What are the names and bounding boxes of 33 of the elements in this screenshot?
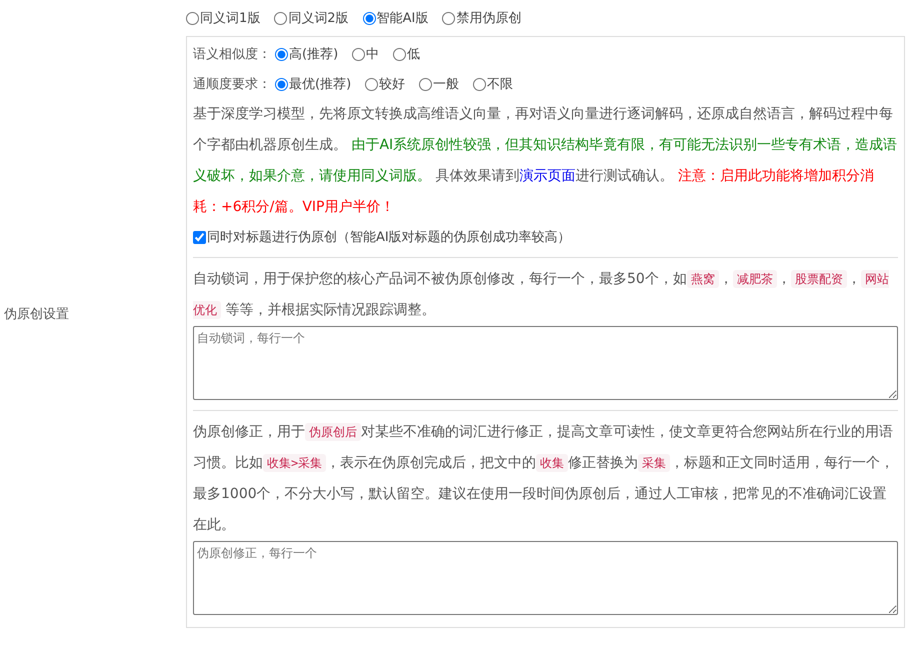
option-label: 禁用伪原创 <box>456 10 522 27</box>
radio-button[interactable] <box>393 48 406 60</box>
option-label: 同义词1版 <box>200 10 260 27</box>
checkbox-label: 同时对标题进行伪原创（智能AI版对标题的伪原创成功率较高） <box>207 229 571 246</box>
description-text: 伪原创修正，用于 伪原创后 对某些不准确的词汇进行修正，提高文章可读性，使文章更符合您网站所在行业的用语习惯。比如 收集>采集 ，表示在伪原创完成后，把文中的 收集 修正替换为 采集 ，标题和正文同时适用，每行一个，最多1000个，不分大小写，默认留空。建议在使用一段时间伪原创后，通过人工审核，把常见的不准确词汇设置在此。 <box>193 422 896 535</box>
option-label: 同义词2版 <box>288 10 349 27</box>
radio-button[interactable] <box>419 78 432 90</box>
section-label: 伪原创设置 <box>3 306 70 323</box>
description-text: 自动锁词，用于保护您的核心产品词不被伪原创修改，每行一个，最多50个，如 燕窝 ， 减肥茶 ， 股票配资 ， 网站优化 等等，并根据实际情况跟踪调整。 <box>193 269 890 321</box>
lock-words-field[interactable]: 自动锁词，每行一个 <box>193 326 898 400</box>
option-label: 不限 <box>487 76 514 93</box>
option-label: 最优(推荐) <box>289 76 352 93</box>
option-label: 通顺度要求： <box>193 76 271 93</box>
option-label: 较好 <box>379 76 406 93</box>
radio-button[interactable] <box>275 48 288 60</box>
demo-page-link[interactable]: 演示页面 <box>519 168 576 184</box>
option-label: 语义相似度： <box>193 46 271 63</box>
corrections-field[interactable]: 伪原创修正，每行一个 <box>193 541 898 615</box>
option-label: 高(推荐) <box>289 46 338 63</box>
radio-button[interactable] <box>274 12 288 24</box>
radio-button[interactable] <box>275 78 288 90</box>
radio-button[interactable] <box>362 12 376 24</box>
radio-button[interactable] <box>473 78 486 90</box>
checkbox[interactable] <box>193 230 206 244</box>
option-label: 智能AI版 <box>376 10 428 27</box>
radio-button[interactable] <box>365 78 378 90</box>
radio-button[interactable] <box>352 48 366 60</box>
radio-button[interactable] <box>186 12 199 24</box>
description-text: 基于深度学习模型，先将原文转换成高维语义向量，再对语义向量进行逐词解码，还原成自然语言，解码过程中每个字都由机器原创生成。 由于AI系统原创性较强，但其知识结构毕竟有限，有可能无法识别一些专有术语，造成语义破坏，如果介意，请使用同义词版。 具体效果请到演示页面进行测试确认。 注意：启用此功能将增加积分消耗：+6积分/篇。VIP用户半价！ <box>193 105 898 217</box>
radio-button[interactable] <box>442 12 456 24</box>
option-label: 一般 <box>433 76 460 93</box>
option-label: 低 <box>407 46 420 63</box>
option-label: 中 <box>366 46 380 63</box>
